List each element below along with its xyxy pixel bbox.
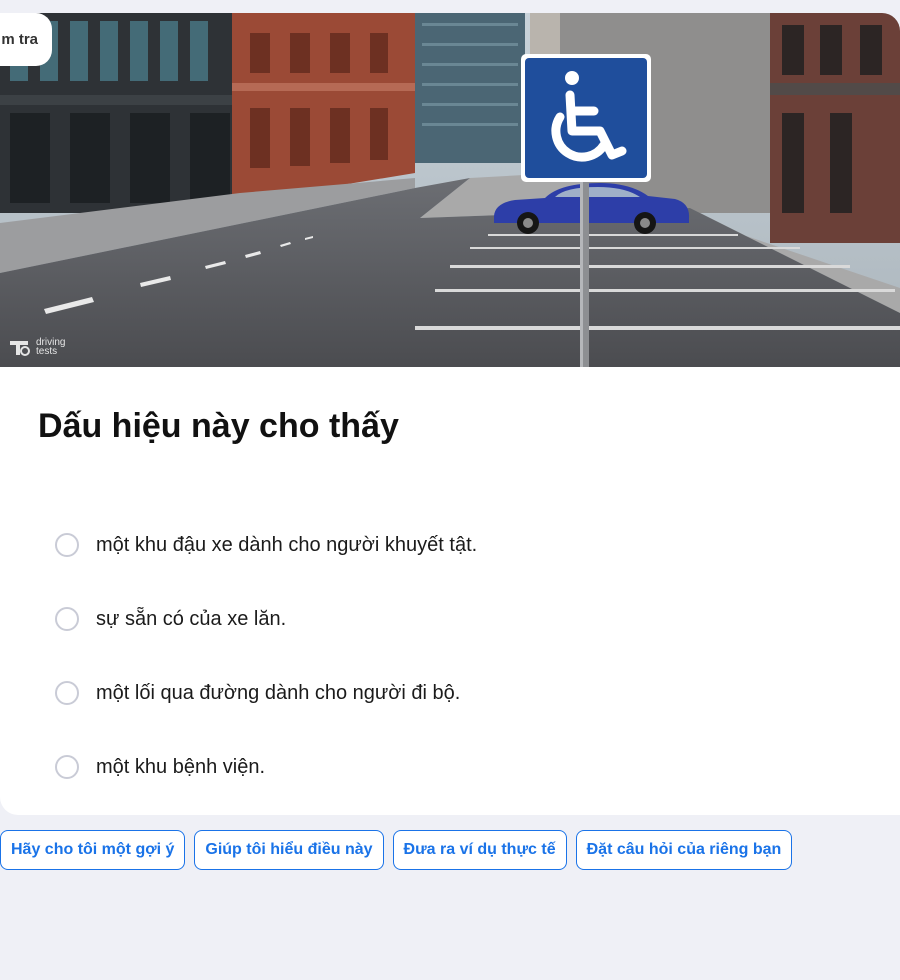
ask-own-question-button[interactable]: Đặt câu hỏi của riêng bạn [575,830,793,870]
answer-options: một khu đậu xe dành cho người khuyết tật… [55,508,477,804]
question-image [0,13,900,367]
suggestion-chips: Hãy cho tôi một gợi ý Giúp tôi hiểu điều… [0,830,793,870]
answer-option-3[interactable]: một lối qua đường dành cho người đi bộ. [55,656,477,730]
watermark-text: driving tests [36,337,66,357]
question-card: driving tests m tra Dấu hiệu này cho thấ… [0,13,900,815]
answer-option-label: sự sẵn có của xe lăn. [96,607,287,630]
real-example-button[interactable]: Đưa ra ví dụ thực tế [392,830,567,870]
test-tag-label: m tra [0,13,52,66]
hint-button[interactable]: Hãy cho tôi một gợi ý [0,830,186,870]
radio-button[interactable] [55,681,79,705]
answer-option-label: một khu bệnh viện. [96,755,265,778]
radio-button[interactable] [55,533,79,557]
answer-option-2[interactable]: sự sẵn có của xe lăn. [55,582,477,656]
question-title: Dấu hiệu này cho thấy [38,407,399,445]
explain-button[interactable]: Giúp tôi hiểu điều này [194,830,384,870]
radio-button[interactable] [55,607,79,631]
driving-tests-logo: driving tests [8,337,76,357]
driving-tests-logo-icon [10,341,30,356]
answer-option-label: một khu đậu xe dành cho người khuyết tật… [96,533,478,556]
answer-option-4[interactable]: một khu bệnh viện. [55,730,477,804]
answer-option-label: một lối qua đường dành cho người đi bộ. [96,681,461,704]
answer-option-1[interactable]: một khu đậu xe dành cho người khuyết tật… [55,508,477,582]
radio-button[interactable] [55,755,79,779]
